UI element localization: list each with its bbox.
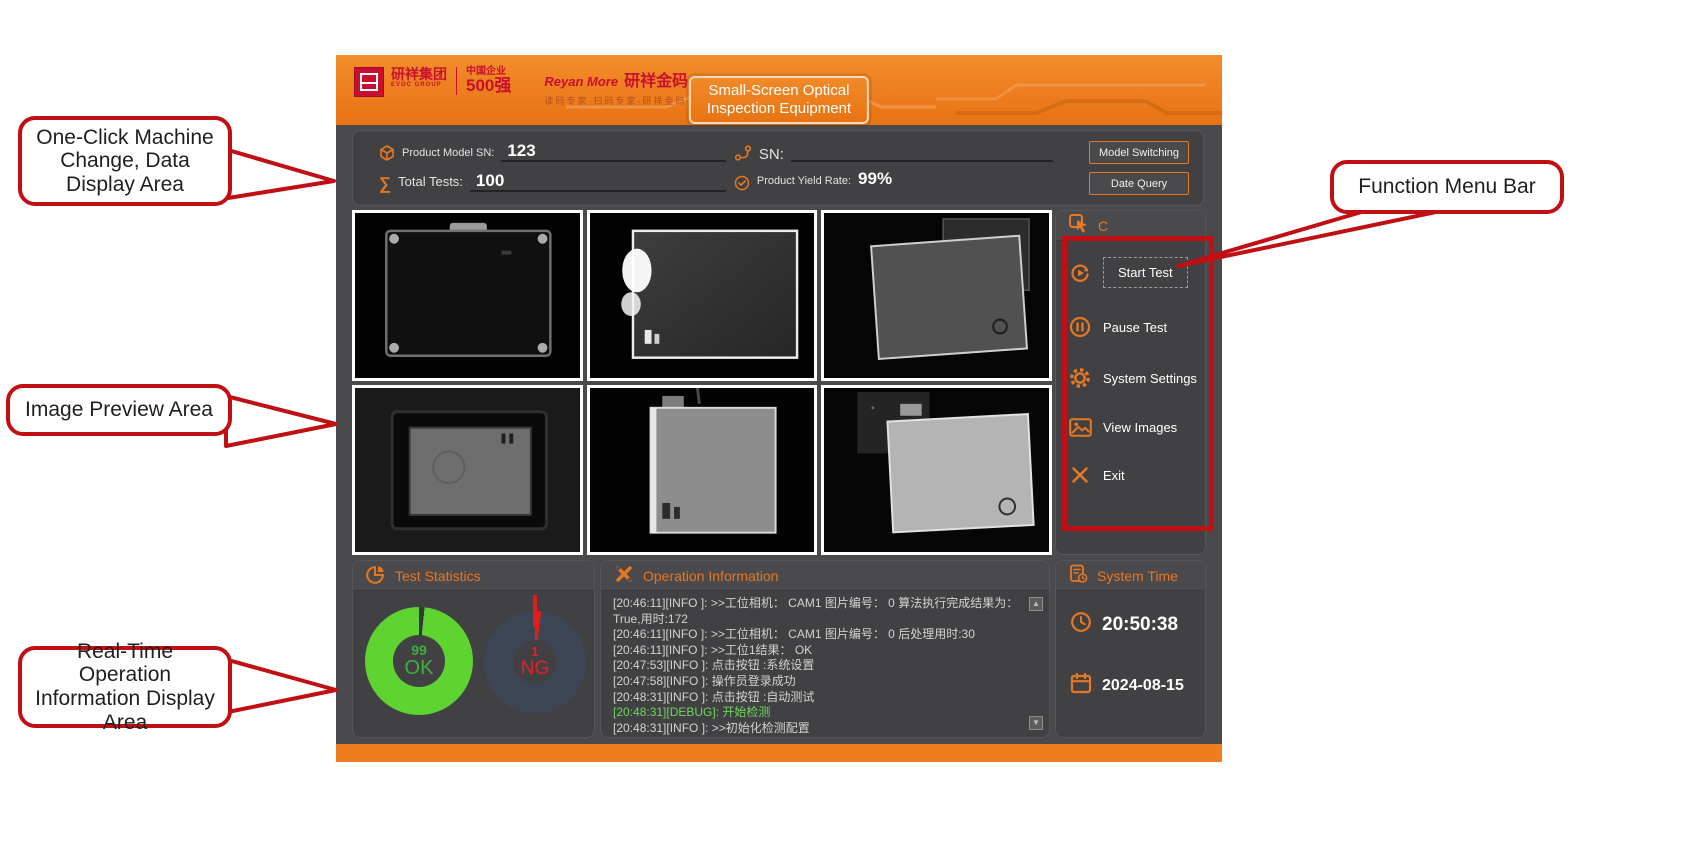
time-body: 20:50:38 2024-08-15 (1056, 591, 1205, 699)
logo-divider (456, 67, 457, 95)
preview-image-5 (587, 385, 818, 556)
yield-rate-field: Product Yield Rate: 99% (734, 170, 1053, 196)
brand-tagline: 读码专家·扫码专家·研祥金码 (544, 94, 688, 107)
ok-count: 99 (411, 643, 427, 658)
ok-label: OK (405, 658, 434, 679)
click-hand-icon (1069, 214, 1089, 237)
log-header: Operation Information (601, 561, 1049, 591)
logo-group-name: 研祥集团 (391, 67, 447, 82)
product-model-underline: 123 (501, 140, 726, 162)
stats-body: 99 OK 1 NG (353, 591, 594, 715)
menu-header-label: C (1098, 218, 1108, 234)
test-statistics-panel: Test Statistics 99 OK 1 NG (352, 560, 595, 738)
log-line: [20:47:58][INFO ]: 操作员登录成功 (613, 674, 1021, 690)
callout-pointer-log-area (228, 660, 336, 712)
stats-title: Test Statistics (395, 568, 481, 584)
logo-rank-value: 500强 (466, 77, 511, 95)
app-header: 研祥集团 EVOC GROUP 中国企业 500强 Reyan More 研祥金… (336, 55, 1222, 125)
log-line: [20:47:53][INFO ]: 点击按钮 :系统设置 (613, 658, 1021, 674)
ok-donut-chart: 99 OK (365, 607, 473, 715)
operation-information-panel: Operation Information [20:46:11][INFO ]:… (600, 560, 1050, 738)
sn-underline (791, 140, 1053, 162)
product-box-icon (379, 145, 395, 161)
clock-row: 20:50:38 (1070, 611, 1205, 638)
ng-count: 1 (531, 645, 538, 659)
time-panel-title: System Time (1097, 568, 1178, 584)
ng-tick-mark (533, 595, 537, 627)
preview-image-1 (352, 210, 583, 381)
function-menu-highlight-rectangle (1062, 236, 1214, 531)
brand-name: 研祥金码 (624, 67, 688, 91)
calendar-icon (1070, 672, 1092, 699)
sigma-icon: ∑ (379, 175, 391, 192)
page: 研祥集团 EVOC GROUP 中国企业 500强 Reyan More 研祥金… (0, 0, 1688, 861)
app-title-badge: Small-Screen Optical Inspection Equipmen… (689, 76, 869, 124)
total-tests-field: ∑ Total Tests: 100 (379, 170, 726, 196)
date-row: 2024-08-15 (1070, 672, 1205, 699)
product-model-value: 123 (507, 142, 535, 159)
yield-rate-label: Product Yield Rate: (757, 175, 851, 187)
model-switching-button[interactable]: Model Switching (1089, 141, 1189, 164)
sn-label: SN: (759, 146, 784, 163)
document-clock-icon (1069, 564, 1088, 587)
scroll-up-button[interactable]: ▲ (1029, 597, 1043, 611)
clock-icon (1070, 611, 1092, 638)
date-query-button[interactable]: Date Query (1089, 172, 1189, 195)
system-time-panel: System Time 20:50:38 2024-08-15 (1055, 560, 1206, 738)
log-line: [20:46:11][INFO ]: >>工位1结果： OK (613, 643, 1021, 659)
crossed-tools-icon (614, 564, 634, 587)
app-title-line2: Inspection Equipment (707, 100, 851, 118)
yield-rate-value: 99% (858, 170, 892, 187)
product-model-label: Product Model SN: (402, 147, 494, 159)
callout-preview-area: Image Preview Area (6, 384, 232, 436)
callout-menu-bar: Function Menu Bar (1330, 160, 1564, 214)
logo-group-sub: EVOC GROUP (391, 82, 447, 88)
ng-label: NG (521, 659, 550, 679)
preview-image-2 (587, 210, 818, 381)
preview-image-4 (352, 385, 583, 556)
log-title: Operation Information (643, 568, 778, 584)
ng-donut-chart: 1 NG (484, 611, 586, 713)
callout-log-area: Real-Time Operation Information Display … (18, 646, 232, 728)
stats-header: Test Statistics (353, 561, 594, 591)
current-time: 20:50:38 (1102, 614, 1178, 636)
brand-logo: 研祥集团 EVOC GROUP 中国企业 500强 Reyan More 研祥金… (354, 67, 688, 107)
log-line: [20:46:11][INFO ]: >>工位相机： CAM1 图片编号： 0 … (613, 596, 1021, 627)
app-footer-bar (336, 744, 1222, 762)
current-date: 2024-08-15 (1102, 677, 1184, 695)
log-line: [20:48:31][DEBUG]: 开始检测 (613, 705, 1021, 721)
log-body: [20:46:11][INFO ]: >>工位相机： CAM1 图片编号： 0 … (601, 591, 1049, 737)
product-model-field: Product Model SN: 123 (379, 140, 726, 166)
total-tests-value: 100 (476, 172, 504, 189)
image-preview-area (352, 210, 1052, 555)
log-line: [20:48:31][INFO ]: >>初始化检测配置 (613, 721, 1021, 737)
scroll-down-button[interactable]: ▼ (1029, 716, 1043, 730)
flow-icon (734, 145, 752, 161)
pie-chart-icon (366, 564, 386, 587)
time-header: System Time (1056, 561, 1205, 591)
log-line: [20:48:31][INFO ]: 点击按钮 :自动测试 (613, 690, 1021, 706)
brand-script: Reyan More (544, 74, 618, 89)
log-line: [20:46:11][INFO ]: >>工位相机： CAM1 图片编号： 0 … (613, 627, 1021, 643)
callout-pointer-preview-area (226, 396, 336, 446)
callout-data-area: One-Click Machine Change, Data Display A… (18, 116, 232, 206)
callout-pointer-data-area (228, 150, 334, 198)
total-tests-underline: 100 (470, 170, 726, 192)
app-title-line1: Small-Screen Optical (707, 82, 851, 100)
yield-check-icon (734, 175, 750, 191)
total-tests-label: Total Tests: (398, 174, 463, 189)
preview-image-6 (821, 385, 1052, 556)
preview-image-3 (821, 210, 1052, 381)
evoc-logo-icon (354, 67, 384, 97)
data-display-panel: Product Model SN: 123 ∑ Total Tests: 100 (352, 130, 1204, 206)
sn-field: SN: (734, 140, 1053, 166)
log-lines[interactable]: [20:46:11][INFO ]: >>工位相机： CAM1 图片编号： 0 … (613, 596, 1021, 736)
